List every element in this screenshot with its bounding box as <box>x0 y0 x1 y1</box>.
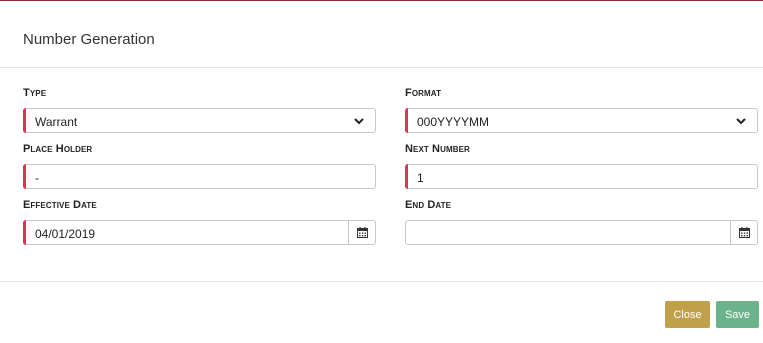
format-select[interactable]: 000YYYYMM <box>405 108 758 133</box>
effective-date-label: Effective Date <box>23 199 97 211</box>
end-date-calendar-button[interactable] <box>730 221 757 244</box>
modal-title: Number Generation <box>23 31 155 48</box>
type-label: Type <box>23 87 47 99</box>
chevron-down-icon <box>736 118 746 125</box>
next-number-label: Next Number <box>405 143 470 155</box>
close-button[interactable]: Close <box>665 301 710 328</box>
next-number-value: 1 <box>417 171 424 185</box>
type-value: Warrant <box>35 115 78 129</box>
type-select[interactable]: Warrant <box>23 108 376 133</box>
end-date-input[interactable] <box>405 220 758 245</box>
format-label: Format <box>405 87 442 99</box>
format-value: 000YYYYMM <box>417 115 490 129</box>
end-date-label: End Date <box>405 199 452 211</box>
place-holder-value: - <box>35 171 39 185</box>
effective-date-value: 04/01/2019 <box>35 227 96 241</box>
footer-divider <box>0 281 763 282</box>
save-button[interactable]: Save <box>716 301 759 328</box>
effective-date-calendar-button[interactable] <box>348 221 375 244</box>
place-holder-input[interactable]: - <box>23 164 376 189</box>
calendar-icon <box>356 227 368 238</box>
calendar-icon <box>738 227 750 238</box>
place-holder-label: Place Holder <box>23 143 93 155</box>
next-number-input[interactable]: 1 <box>405 164 758 189</box>
effective-date-input[interactable]: 04/01/2019 <box>23 220 376 245</box>
modal-header: Number Generation <box>0 1 763 68</box>
chevron-down-icon <box>354 118 364 125</box>
